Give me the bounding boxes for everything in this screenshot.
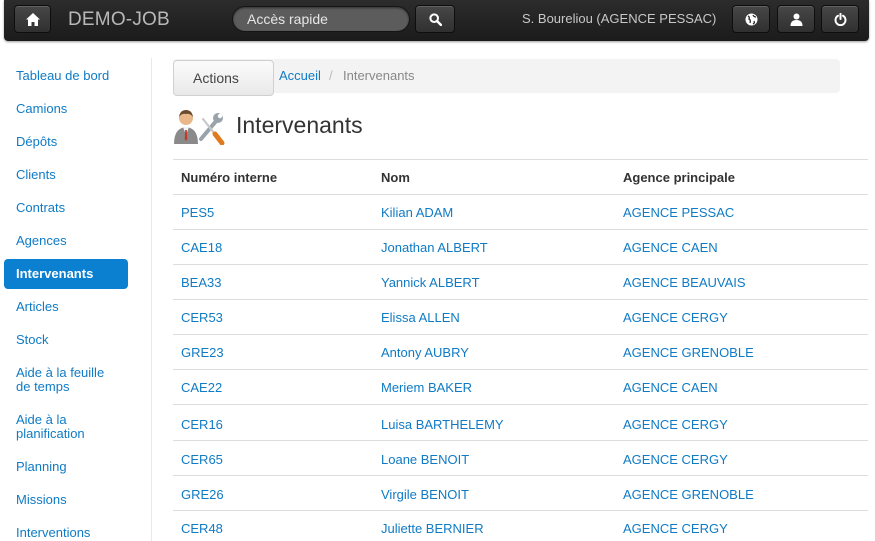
row-numero-link[interactable]: BEA33 xyxy=(181,275,221,290)
row-numero-link[interactable]: CAE18 xyxy=(181,240,222,255)
row-agence-link[interactable]: AGENCE GRENOBLE xyxy=(623,345,754,360)
table-row: CER16 Luisa BARTHELEMY AGENCE CERGY xyxy=(173,404,868,440)
home-button[interactable] xyxy=(14,5,51,33)
language-button[interactable] xyxy=(732,5,770,33)
row-nom-link[interactable]: Loane BENOIT xyxy=(381,452,469,467)
sidebar-item-stock[interactable]: Stock xyxy=(4,333,128,347)
sidebar-item-clients[interactable]: Clients xyxy=(4,168,128,182)
table-row: CAE18 Jonathan ALBERT AGENCE CAEN xyxy=(173,229,868,264)
table-row: CER53 Elissa ALLEN AGENCE CERGY xyxy=(173,299,868,334)
row-numero-link[interactable]: CER65 xyxy=(181,452,223,467)
workers-tools-icon xyxy=(174,110,225,145)
sidebar-item-missions[interactable]: Missions xyxy=(4,493,128,507)
row-agence-link[interactable]: AGENCE CERGY xyxy=(623,417,728,432)
row-nom-link[interactable]: Jonathan ALBERT xyxy=(381,240,488,255)
row-numero-link[interactable]: CAE22 xyxy=(181,380,222,395)
globe-icon xyxy=(745,13,757,25)
column-header-agence-principale[interactable]: Agence principale xyxy=(623,170,735,185)
row-numero-link[interactable]: GRE23 xyxy=(181,345,224,360)
row-numero-link[interactable]: PES5 xyxy=(181,205,214,220)
row-numero-link[interactable]: GRE26 xyxy=(181,487,224,502)
sidebar-item-intervenants[interactable]: Intervenants xyxy=(4,259,128,289)
actions-button[interactable]: Actions xyxy=(173,60,274,96)
row-agence-link[interactable]: AGENCE PESSAC xyxy=(623,205,734,220)
row-agence-link[interactable]: AGENCE CERGY xyxy=(623,521,728,536)
row-agence-link[interactable]: AGENCE BEAUVAIS xyxy=(623,275,746,290)
row-numero-link[interactable]: CER16 xyxy=(181,417,223,432)
table-row: GRE26 Virgile BENOIT AGENCE GRENOBLE xyxy=(173,475,868,510)
current-user-label: S. Boureliou (AGENCE PESSAC) xyxy=(522,11,717,26)
row-nom-link[interactable]: Meriem BAKER xyxy=(381,380,472,395)
brand-logo[interactable]: DEMO-JOB xyxy=(68,9,170,31)
power-icon xyxy=(834,12,846,26)
sidebar-item-planning[interactable]: Planning xyxy=(4,460,128,474)
row-agence-link[interactable]: AGENCE CAEN xyxy=(623,380,718,395)
row-nom-link[interactable]: Juliette BERNIER xyxy=(381,521,484,536)
row-nom-link[interactable]: Virgile BENOIT xyxy=(381,487,469,502)
sidebar-item-interventions[interactable]: Interventions xyxy=(4,526,128,540)
sidebar-item-articles[interactable]: Articles xyxy=(4,300,128,314)
row-agence-link[interactable]: AGENCE GRENOBLE xyxy=(623,487,754,502)
row-nom-link[interactable]: Yannick ALBERT xyxy=(381,275,480,290)
sidebar-item-aide-feuille-de-temps[interactable]: Aide à la feuille de temps xyxy=(4,366,114,394)
sidebar-item-contrats[interactable]: Contrats xyxy=(4,201,128,215)
breadcrumb-current: Intervenants xyxy=(343,68,415,83)
row-agence-link[interactable]: AGENCE CAEN xyxy=(623,240,718,255)
top-navbar: DEMO-JOB S. Boureliou (AGENCE PESSAC) xyxy=(4,0,869,41)
column-header-numero-interne[interactable]: Numéro interne xyxy=(181,170,277,185)
row-nom-link[interactable]: Luisa BARTHELEMY xyxy=(381,417,504,432)
table-row: CER65 Loane BENOIT AGENCE CERGY xyxy=(173,440,868,475)
sidebar-item-tableau-de-bord[interactable]: Tableau de bord xyxy=(4,69,128,83)
row-numero-link[interactable]: CER48 xyxy=(181,521,223,536)
table-row: CAE22 Meriem BAKER AGENCE CAEN xyxy=(173,369,868,404)
row-nom-link[interactable]: Antony AUBRY xyxy=(381,345,469,360)
table-top-border xyxy=(173,159,868,160)
search-button[interactable] xyxy=(415,5,455,33)
breadcrumb-home-link[interactable]: Accueil xyxy=(279,68,321,83)
table-row: PES5 Kilian ADAM AGENCE PESSAC xyxy=(173,194,868,229)
sidebar-divider xyxy=(151,58,152,541)
search-icon xyxy=(428,12,442,26)
page-title: Intervenants xyxy=(236,112,363,138)
breadcrumb-separator: / xyxy=(329,68,333,83)
table-row: BEA33 Yannick ALBERT AGENCE BEAUVAIS xyxy=(173,264,868,299)
row-agence-link[interactable]: AGENCE CERGY xyxy=(623,310,728,325)
sidebar-item-aide-planification[interactable]: Aide à la planification xyxy=(4,413,108,441)
sidebar-item-agences[interactable]: Agences xyxy=(4,234,128,248)
table-row: GRE23 Antony AUBRY AGENCE GRENOBLE xyxy=(173,334,868,369)
row-nom-link[interactable]: Kilian ADAM xyxy=(381,205,453,220)
home-icon xyxy=(25,12,40,26)
quick-access-input[interactable] xyxy=(232,6,410,32)
row-numero-link[interactable]: CER53 xyxy=(181,310,223,325)
table-row: CER48 Juliette BERNIER AGENCE CERGY xyxy=(173,510,868,541)
logout-button[interactable] xyxy=(821,5,859,33)
sidebar-item-camions[interactable]: Camions xyxy=(4,102,128,116)
profile-button[interactable] xyxy=(777,5,815,33)
sidebar-item-depots[interactable]: Dépôts xyxy=(4,135,128,149)
user-icon xyxy=(790,13,802,26)
column-header-nom[interactable]: Nom xyxy=(381,170,410,185)
row-agence-link[interactable]: AGENCE CERGY xyxy=(623,452,728,467)
row-nom-link[interactable]: Elissa ALLEN xyxy=(381,310,460,325)
